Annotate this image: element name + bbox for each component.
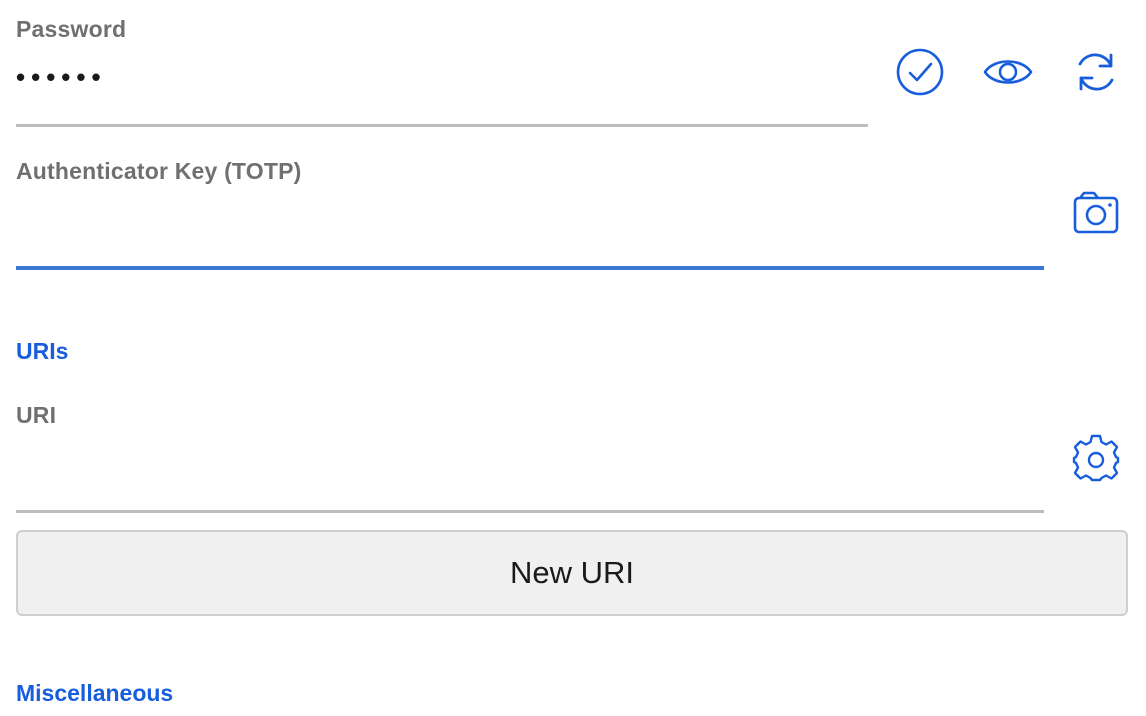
miscellaneous-section-title: Miscellaneous (16, 680, 174, 706)
edit-login-form: Password •••••• Authenticator Key (TOTP) (0, 0, 1146, 716)
new-uri-button[interactable]: New URI (16, 530, 1128, 616)
password-label: Password (16, 16, 127, 42)
uris-section-title: URIs (16, 338, 69, 364)
camera-icon (1073, 191, 1119, 234)
check-circle-icon (896, 48, 944, 96)
check-password-button[interactable] (892, 44, 948, 100)
generate-password-button[interactable] (1068, 44, 1124, 100)
gear-icon (1072, 434, 1120, 482)
toggle-visibility-button[interactable] (980, 44, 1036, 100)
uri-options-button[interactable] (1068, 430, 1124, 486)
refresh-icon (1078, 53, 1114, 91)
eye-icon (983, 60, 1033, 84)
scan-totp-button[interactable] (1068, 186, 1124, 242)
totp-label: Authenticator Key (TOTP) (16, 158, 302, 184)
password-underline (16, 124, 868, 127)
totp-underline (16, 266, 1044, 270)
uri-label: URI (16, 402, 57, 428)
password-input[interactable]: •••••• (16, 62, 107, 93)
uri-underline (16, 510, 1044, 513)
